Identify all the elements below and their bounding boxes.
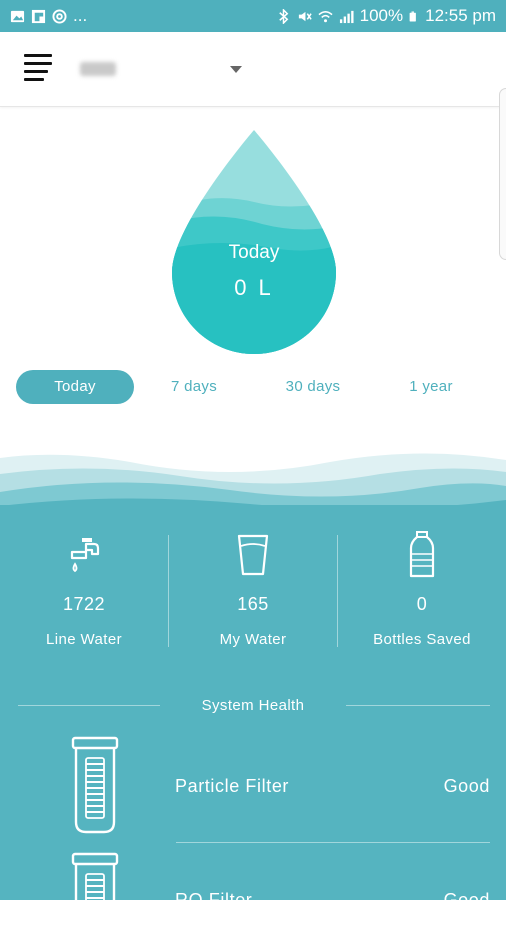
filter-name: Particle Filter <box>175 776 290 796</box>
app-bar <box>0 32 506 107</box>
stat-label: Bottles Saved <box>373 631 471 648</box>
filter-cartridge-icon <box>71 852 119 950</box>
battery-icon <box>409 11 416 21</box>
bottle-icon <box>409 531 435 578</box>
tab-today[interactable]: Today <box>16 370 134 404</box>
status-overflow: ... <box>73 6 88 25</box>
tab-7-days[interactable]: 7 days <box>146 370 242 404</box>
stat-value: 165 <box>237 594 269 614</box>
section-divider <box>346 705 490 706</box>
usage-value: 0 L <box>234 275 274 300</box>
row-divider <box>176 842 490 843</box>
filter-cartridge-icon <box>71 736 119 834</box>
stat-label: My Water <box>219 631 287 648</box>
stat-value: 1722 <box>62 594 106 614</box>
glass-icon <box>237 534 269 576</box>
image-icon <box>10 10 25 22</box>
stat-value: 0 <box>416 594 428 614</box>
signal-icon <box>339 10 354 23</box>
at-icon <box>52 8 67 24</box>
filter-row-ro[interactable]: RO Filter Good <box>0 852 506 952</box>
status-bar: ... 100% 12:55 pm <box>0 0 506 32</box>
stat-my-water: 165 My Water <box>169 530 337 648</box>
stat-line-water: 1722 Line Water <box>0 530 168 648</box>
mute-icon <box>298 11 312 21</box>
stat-bottles-saved: 0 Bottles Saved <box>338 530 506 648</box>
side-drawer-handle[interactable] <box>499 88 506 260</box>
filter-status: Good <box>443 890 490 910</box>
range-tabs: Today 7 days 30 days 1 year <box>16 370 496 404</box>
battery-percent: 100% <box>359 6 404 25</box>
wifi-icon <box>318 10 333 22</box>
caret-down-icon[interactable] <box>230 66 242 73</box>
filter-row-particle[interactable]: Particle Filter Good <box>0 736 506 836</box>
hamburger-menu-icon[interactable] <box>24 54 56 86</box>
usage-period-label: Today <box>228 242 280 263</box>
filter-name: RO Filter <box>175 890 253 910</box>
stat-label: Line Water <box>46 631 122 648</box>
faucet-icon <box>70 538 100 573</box>
status-time: 12:55 pm <box>425 6 496 25</box>
usage-drop: Today 0 L <box>172 130 336 354</box>
account-name-redacted[interactable] <box>80 62 116 76</box>
filter-status: Good <box>443 776 490 796</box>
flipboard-icon <box>31 9 46 23</box>
bluetooth-icon <box>278 8 288 24</box>
tab-1-year[interactable]: 1 year <box>386 370 476 404</box>
tab-30-days[interactable]: 30 days <box>266 370 360 404</box>
